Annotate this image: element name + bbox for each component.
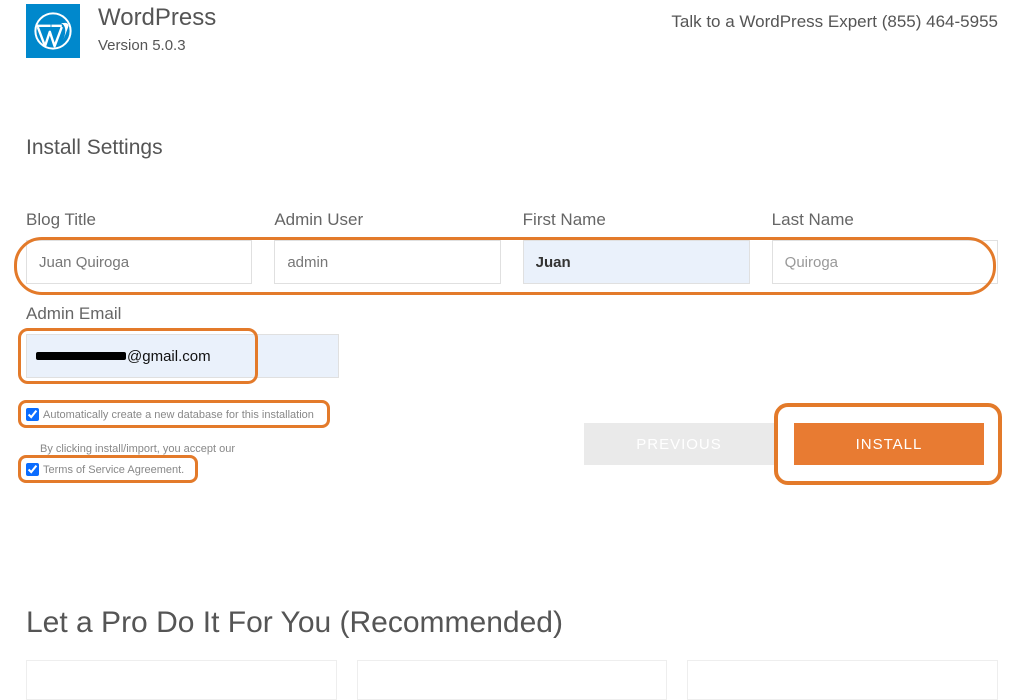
checkbox-auto-database-row[interactable]: Automatically create a new database for …: [26, 408, 998, 421]
label-blog-title: Blog Title: [26, 210, 252, 230]
field-admin-email: Admin Email: [26, 304, 246, 378]
nav-buttons: PREVIOUS INSTALL: [584, 423, 984, 465]
pro-card[interactable]: [26, 660, 337, 700]
pro-cards-row: [26, 660, 998, 700]
brand-text: WordPress Version 5.0.3: [98, 4, 216, 54]
field-blog-title: Blog Title: [26, 210, 252, 284]
checkbox-tos[interactable]: [26, 463, 39, 476]
section-title: Install Settings: [26, 136, 1024, 160]
pro-card[interactable]: [687, 660, 998, 700]
label-admin-user: Admin User: [274, 210, 500, 230]
label-auto-database: Automatically create a new database for …: [43, 409, 314, 421]
install-button-wrap: INSTALL: [794, 423, 984, 465]
input-admin-user[interactable]: [274, 240, 500, 284]
field-admin-user: Admin User: [274, 210, 500, 284]
previous-button[interactable]: PREVIOUS: [584, 423, 774, 465]
label-first-name: First Name: [523, 210, 750, 230]
install-button[interactable]: INSTALL: [794, 423, 984, 465]
label-tos: Terms of Service Agreement.: [43, 464, 184, 476]
pro-section-heading: Let a Pro Do It For You (Recommended): [26, 606, 1024, 640]
fields-row-1: Blog Title Admin User First Name Last Na…: [26, 210, 998, 284]
wordpress-logo-icon: [26, 4, 80, 58]
brand-version: Version 5.0.3: [98, 37, 216, 54]
input-blog-title[interactable]: [26, 240, 252, 284]
fields-row-2: Admin Email: [26, 304, 998, 378]
input-first-name[interactable]: [523, 240, 750, 284]
page-header: WordPress Version 5.0.3 Talk to a WordPr…: [0, 0, 1024, 58]
pro-card[interactable]: [357, 660, 668, 700]
redacted-email-user: [36, 352, 126, 360]
contact-link[interactable]: Talk to a WordPress Expert (855) 464-595…: [671, 4, 998, 32]
input-last-name[interactable]: [772, 240, 998, 284]
field-first-name: First Name: [523, 210, 750, 284]
wordpress-icon: [33, 11, 73, 51]
label-admin-email: Admin Email: [26, 304, 246, 324]
brand-name: WordPress: [98, 4, 216, 33]
checkbox-auto-database[interactable]: [26, 408, 39, 421]
field-last-name: Last Name: [772, 210, 998, 284]
email-box: [26, 334, 246, 378]
brand-block: WordPress Version 5.0.3: [26, 4, 216, 58]
label-last-name: Last Name: [772, 210, 998, 230]
